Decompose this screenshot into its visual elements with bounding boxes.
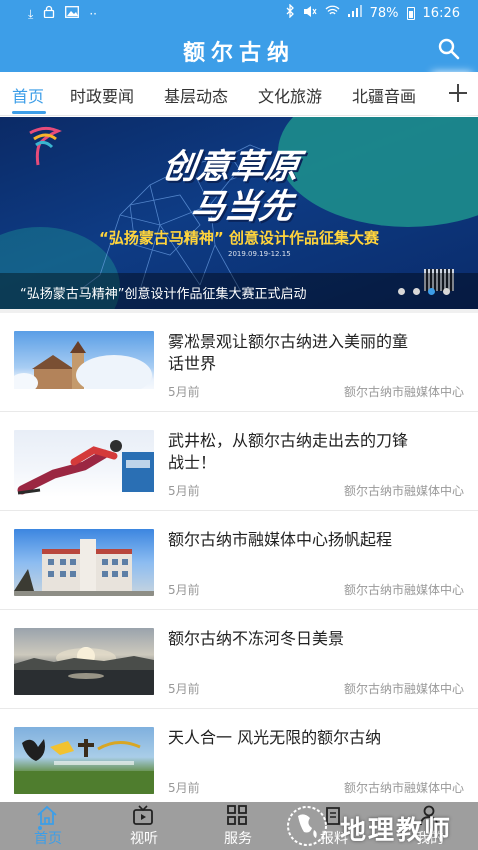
carousel-dot[interactable]: [443, 288, 450, 295]
search-button[interactable]: [436, 36, 462, 62]
app-header: 额尔古纳: [0, 26, 478, 72]
watermark-text: 地理教师: [340, 816, 453, 846]
tab-culture-tourism[interactable]: 文化旅游: [258, 83, 322, 107]
wifi-icon: [325, 5, 340, 21]
news-title: 额尔古纳市融媒体中心扬帆起程: [168, 530, 393, 549]
nav-video[interactable]: 视听: [104, 802, 184, 850]
battery-icon: [406, 6, 415, 20]
banner-headline-line1: 创意草原: [160, 147, 302, 187]
news-time: 5月前: [168, 583, 200, 597]
news-item[interactable]: 额尔古纳不冻河冬日美景 5月前 额尔古纳市融媒体中心: [0, 610, 478, 709]
status-right-icons: 78% 16:26: [286, 3, 460, 22]
download-icon: ⤓: [28, 6, 34, 21]
search-icon: [438, 38, 460, 60]
news-source: 额尔古纳市融媒体中心: [343, 583, 464, 597]
news-item[interactable]: 武井松，从额尔古纳走出去的刀锋战士！ 5月前 额尔古纳市融媒体中心: [0, 412, 478, 511]
category-tab-bar: 首页 时政要闻 基层动态 文化旅游 北疆音画: [0, 72, 478, 116]
app-title: 额尔古纳: [182, 40, 295, 66]
more-icon: ··: [89, 6, 97, 21]
event-logo-icon: [29, 126, 62, 166]
carousel-dot-active[interactable]: [428, 288, 435, 295]
news-thumbnail: [14, 727, 154, 794]
news-thumbnail: [14, 430, 154, 497]
banner-headline-line2: 马当先: [188, 187, 296, 227]
news-source: 额尔古纳市融媒体中心: [343, 484, 464, 498]
nav-home[interactable]: 首页: [8, 802, 88, 850]
news-source: 额尔古纳市融媒体中心: [343, 781, 464, 795]
signal-icon: [347, 5, 362, 21]
tab-north-frontier[interactable]: 北疆音画: [352, 83, 416, 107]
nav-label-video: 视听: [130, 831, 158, 847]
battery-percent: 78%: [369, 5, 399, 21]
active-tab-indicator: [12, 111, 46, 114]
bluetooth-icon: [286, 3, 295, 22]
news-thumbnail: [14, 331, 154, 398]
lock-icon: [43, 5, 55, 22]
news-source: 额尔古纳市融媒体中心: [343, 385, 464, 399]
news-title: 武井松，从额尔古纳走出去的刀锋战士！: [168, 431, 409, 472]
status-left-icons: ⤓ ··: [28, 5, 97, 22]
carousel-dot[interactable]: [413, 288, 420, 295]
banner-subtitle: “弘扬蒙古马精神” 创意设计作品征集大赛: [99, 229, 379, 247]
news-item[interactable]: 额尔古纳市融媒体中心扬帆起程 5月前 额尔古纳市融媒体中心: [0, 511, 478, 610]
news-item[interactable]: 天人合一 风光无限的额尔古纳 5月前 额尔古纳市融媒体中心: [0, 709, 478, 808]
news-time: 5月前: [168, 484, 200, 498]
video-icon: [133, 805, 153, 825]
nav-label-home: 首页: [34, 831, 62, 847]
status-time: 16:26: [422, 5, 460, 21]
globe-icon: [287, 806, 327, 846]
carousel-dot[interactable]: [398, 288, 405, 295]
mute-icon: [303, 5, 317, 22]
news-time: 5月前: [168, 781, 200, 795]
news-time: 5月前: [168, 682, 200, 696]
news-thumbnail: [14, 529, 154, 596]
news-title: 雾凇景观让额尔古纳进入美丽的童话世界: [168, 332, 409, 373]
banner-date: 2019.09.19-12.15: [228, 250, 291, 258]
tab-grassroots[interactable]: 基层动态: [164, 83, 228, 107]
banner-carousel[interactable]: 创意草原 马当先 “弘扬蒙古马精神” 创意设计作品征集大赛 2019.09.19…: [0, 117, 478, 309]
news-thumbnail: [14, 628, 154, 695]
watermark: 地理教师: [280, 800, 478, 850]
banner-headline: 创意草原 马当先: [154, 147, 302, 227]
tab-home[interactable]: 首页: [12, 83, 44, 107]
news-item[interactable]: 雾凇景观让额尔古纳进入美丽的童话世界 5月前 额尔古纳市融媒体中心: [0, 313, 478, 412]
news-source: 额尔古纳市融媒体中心: [343, 682, 464, 696]
nav-label-services: 服务: [224, 831, 252, 847]
news-time: 5月前: [168, 385, 200, 399]
add-tab-button[interactable]: [438, 72, 478, 115]
banner-caption: “弘扬蒙古马精神”创意设计作品征集大赛正式启动: [20, 287, 307, 302]
image-icon: [65, 5, 80, 22]
grid-icon: [227, 805, 247, 825]
tab-politics[interactable]: 时政要闻: [70, 83, 134, 107]
status-bar: ⤓ ·· 78% 16:26: [0, 0, 478, 26]
home-icon: [37, 805, 57, 825]
carousel-indicator: [398, 288, 450, 295]
news-title: 额尔古纳不冻河冬日美景: [168, 629, 345, 648]
nav-services[interactable]: 服务: [198, 802, 278, 850]
news-list: 雾凇景观让额尔古纳进入美丽的童话世界 5月前 额尔古纳市融媒体中心 武井松，从额…: [0, 313, 478, 808]
banner-caption-bar: “弘扬蒙古马精神”创意设计作品征集大赛正式启动: [0, 273, 478, 309]
news-title: 天人合一 风光无限的额尔古纳: [168, 728, 382, 747]
